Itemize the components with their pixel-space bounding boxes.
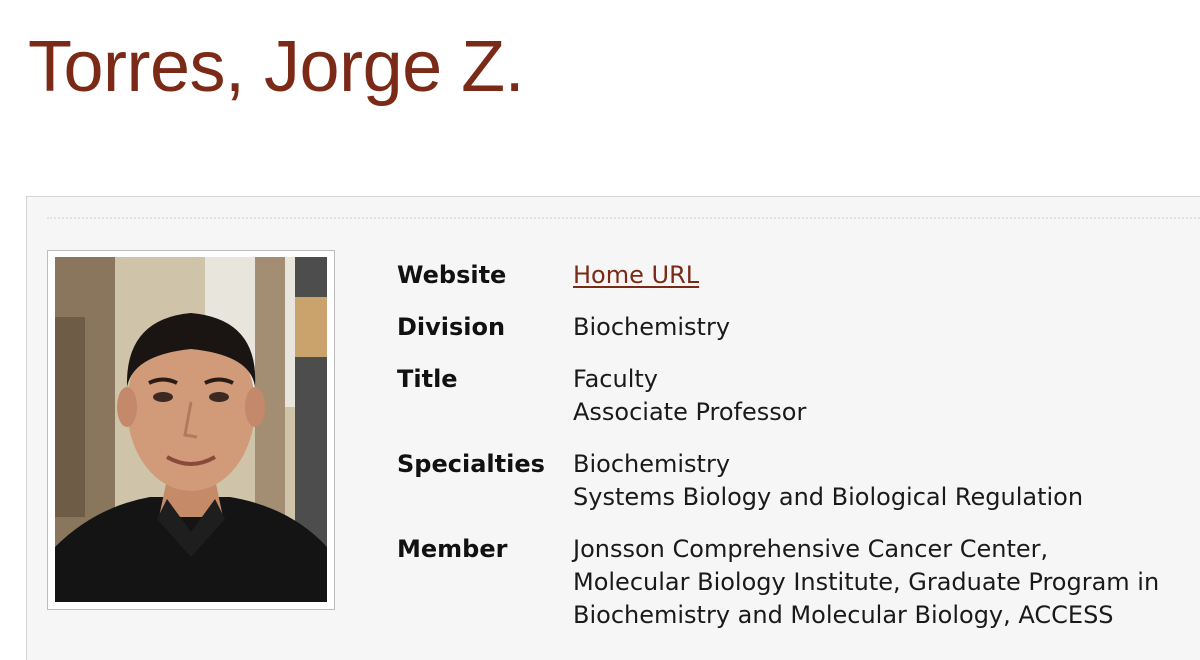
member-row: Member Jonsson Comprehensive Cancer Cent… bbox=[397, 533, 1173, 632]
website-label: Website bbox=[397, 261, 507, 289]
title-value: Faculty bbox=[573, 365, 658, 393]
profile-photo bbox=[55, 257, 327, 602]
division-value: Biochemistry bbox=[573, 313, 731, 341]
title-row: Title Faculty Associate Professor bbox=[397, 363, 1173, 429]
specialties-row: Specialties Biochemistry Systems Biology… bbox=[397, 448, 1173, 514]
home-url-link[interactable]: Home URL bbox=[573, 261, 699, 289]
title-label: Title bbox=[397, 365, 458, 393]
member-value: Biochemistry and Molecular Biology, ACCE… bbox=[573, 601, 1114, 629]
profile-details: Website Home URL Division Biochemistry T… bbox=[397, 259, 1173, 651]
specialty-value: Biochemistry bbox=[573, 450, 731, 478]
page-title: Torres, Jorge Z. bbox=[28, 27, 525, 107]
specialty-value: Systems Biology and Biological Regulatio… bbox=[573, 483, 1084, 511]
profile-photo-frame bbox=[47, 250, 335, 610]
title-value: Associate Professor bbox=[573, 398, 807, 426]
profile-panel: Website Home URL Division Biochemistry T… bbox=[26, 196, 1200, 660]
division-row: Division Biochemistry bbox=[397, 311, 1173, 344]
website-row: Website Home URL bbox=[397, 259, 1173, 292]
member-label: Member bbox=[397, 535, 508, 563]
division-label: Division bbox=[397, 313, 506, 341]
specialties-label: Specialties bbox=[397, 450, 545, 478]
member-value: Molecular Biology Institute, Graduate Pr… bbox=[573, 568, 1160, 596]
panel-divider bbox=[47, 217, 1200, 219]
member-value: Jonsson Comprehensive Cancer Center, bbox=[573, 535, 1049, 563]
